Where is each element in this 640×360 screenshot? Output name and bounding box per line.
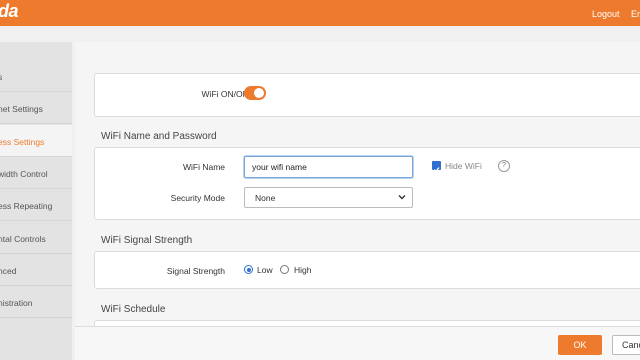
sidebar-item-wireless-repeating[interactable]: ess Repeating [0,189,72,221]
chevron-down-icon [398,195,406,200]
sidebar-item-parental-controls[interactable]: ntal Controls [0,222,72,254]
signal-low-label: Low [257,265,273,275]
sidebar: s net Settings ess Settings width Contro… [0,42,72,360]
ok-button[interactable]: OK [558,335,602,355]
sidebar-item-label: nistration [0,298,33,308]
sidebar-item-label: nced [0,266,17,276]
signal-strength-label: Signal Strength [166,266,225,276]
sidebar-item-label: ntal Controls [0,234,46,244]
hide-wifi-label: Hide WiFi [445,161,482,171]
security-mode-select[interactable]: None [244,187,413,208]
security-mode-value: None [255,193,276,203]
wifi-name-input[interactable] [244,156,413,178]
sidebar-item-status[interactable]: s [0,60,72,92]
check-icon [433,167,440,173]
sidebar-item-label: width Control [0,169,48,179]
signal-high-label: High [294,265,312,275]
signal-title: WiFi Signal Strength [101,235,193,246]
language-link[interactable]: En [631,9,640,19]
cancel-button[interactable]: Cancel [612,335,640,355]
security-mode-label: Security Mode [170,193,225,203]
hide-wifi-checkbox[interactable] [432,161,441,173]
schedule-title: WiFi Schedule [101,304,166,315]
top-bar: da Logout En [0,0,640,26]
toggle-knob [254,88,264,98]
sidebar-item-administration[interactable]: nistration [0,286,72,318]
sidebar-item-wireless-settings[interactable]: ess Settings [0,125,72,157]
signal-low-radio[interactable] [244,265,253,274]
sidebar-item-bandwidth-control[interactable]: width Control [0,157,72,189]
brand-logo: da [0,1,19,21]
sidebar-item-label: ess Repeating [0,201,53,211]
sidebar-item-advanced[interactable]: nced [0,254,72,286]
wifi-switch-label: WiFi ON/OFF [201,89,253,99]
sidebar-item-label: ess Settings [0,137,45,147]
name-password-title: WiFi Name and Password [101,131,217,142]
sidebar-item-label: s [0,72,2,82]
wifi-name-label: WiFi Name [182,162,225,172]
signal-high-radio[interactable] [280,265,289,274]
logout-link[interactable]: Logout [592,9,620,19]
question-icon[interactable]: ? [498,160,510,172]
sidebar-item-internet-settings[interactable]: net Settings [0,92,72,124]
wifi-toggle[interactable] [244,86,266,100]
action-bar [75,326,640,360]
sidebar-item-label: net Settings [0,104,43,114]
